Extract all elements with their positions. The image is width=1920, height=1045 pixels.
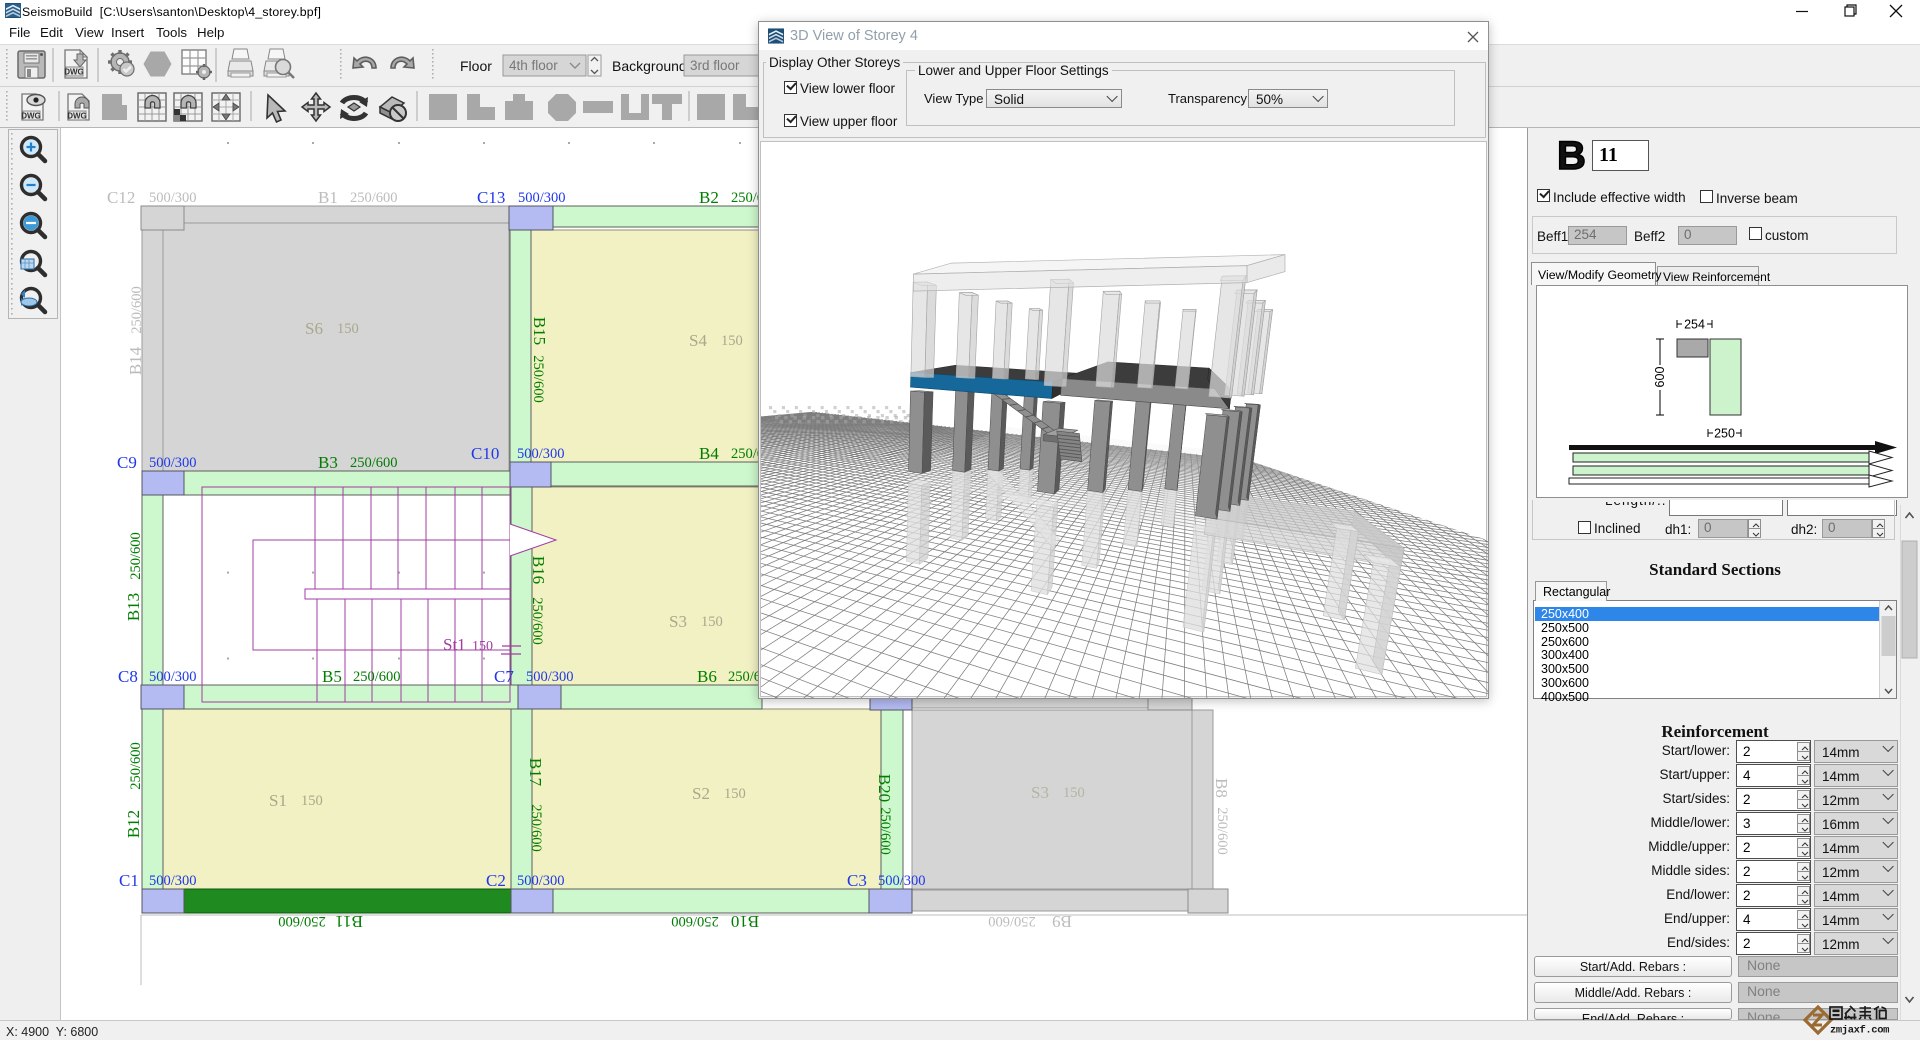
svg-text:B14: B14 xyxy=(126,346,145,375)
svg-text:500/300: 500/300 xyxy=(518,190,566,206)
svg-text:S3: S3 xyxy=(669,612,687,631)
svg-text:Floor: Floor xyxy=(460,58,492,74)
svg-text:B9: B9 xyxy=(1052,912,1072,931)
svg-text:250/600: 250/600 xyxy=(528,804,544,852)
svg-text:4th floor: 4th floor xyxy=(509,58,558,73)
svg-text:S6: S6 xyxy=(305,319,323,338)
svg-text:250/600: 250/600 xyxy=(128,532,144,580)
svg-text:600: 600 xyxy=(1653,367,1667,388)
svg-text:St1: St1 xyxy=(443,635,466,654)
svg-text:B5: B5 xyxy=(322,667,342,686)
svg-text:500/300: 500/300 xyxy=(878,873,926,889)
svg-text:S3: S3 xyxy=(1031,783,1049,802)
svg-text:150: 150 xyxy=(301,793,323,809)
svg-text:B1: B1 xyxy=(318,188,338,207)
svg-text:500/300: 500/300 xyxy=(517,446,565,462)
svg-text:B17: B17 xyxy=(526,758,545,787)
svg-text:C10: C10 xyxy=(471,444,499,463)
svg-text:150: 150 xyxy=(337,321,359,337)
svg-text:500/300: 500/300 xyxy=(149,669,197,685)
svg-text:C12: C12 xyxy=(107,188,135,207)
svg-text:B16: B16 xyxy=(529,556,548,584)
svg-text:150: 150 xyxy=(1063,785,1085,801)
svg-text:150: 150 xyxy=(721,333,743,349)
svg-text:250: 250 xyxy=(1714,427,1735,441)
svg-text:B8: B8 xyxy=(1212,778,1231,798)
svg-text:250/600: 250/600 xyxy=(350,455,398,471)
svg-text:250/600: 250/600 xyxy=(529,597,545,645)
svg-text:B15: B15 xyxy=(530,317,549,345)
svg-text:zmjaxf.com: zmjaxf.com xyxy=(1830,1025,1889,1037)
svg-text:C3: C3 xyxy=(847,871,867,890)
svg-text:250/600: 250/600 xyxy=(988,913,1036,929)
svg-text:B2: B2 xyxy=(699,188,719,207)
svg-text:150: 150 xyxy=(472,639,493,654)
svg-text:C9: C9 xyxy=(117,453,137,472)
svg-text:500/300: 500/300 xyxy=(526,669,574,685)
svg-text:B20: B20 xyxy=(875,774,894,802)
svg-text:C1: C1 xyxy=(119,871,139,890)
svg-text:C7: C7 xyxy=(494,667,514,686)
svg-text:C2: C2 xyxy=(486,871,506,890)
svg-text:150: 150 xyxy=(701,614,723,630)
svg-text:500/300: 500/300 xyxy=(149,873,197,889)
svg-text:S4: S4 xyxy=(689,331,707,350)
svg-text:S1: S1 xyxy=(269,791,287,810)
svg-text:250/600: 250/600 xyxy=(353,669,401,685)
svg-text:C13: C13 xyxy=(477,188,505,207)
svg-text:500/300: 500/300 xyxy=(149,455,197,471)
svg-text:250/600: 250/600 xyxy=(128,742,144,790)
svg-text:B12: B12 xyxy=(124,810,143,838)
svg-text:500/300: 500/300 xyxy=(517,873,565,889)
svg-text:B4: B4 xyxy=(699,444,719,463)
svg-text:250/600: 250/600 xyxy=(129,286,145,334)
svg-text:250/600: 250/600 xyxy=(350,190,398,206)
svg-text:B3: B3 xyxy=(318,453,338,472)
svg-text:250/600: 250/600 xyxy=(877,807,893,855)
svg-text:S2: S2 xyxy=(692,784,710,803)
svg-text:150: 150 xyxy=(724,786,746,802)
svg-text:250/600: 250/600 xyxy=(671,913,719,929)
svg-text:B6: B6 xyxy=(697,667,717,686)
svg-text:B13: B13 xyxy=(124,593,143,621)
svg-text:Background: Background xyxy=(612,58,687,74)
svg-text:B11: B11 xyxy=(335,912,363,931)
svg-text:500/300: 500/300 xyxy=(149,190,197,206)
svg-text:254: 254 xyxy=(1684,318,1705,332)
svg-text:250/600: 250/600 xyxy=(278,913,326,929)
svg-text:B10: B10 xyxy=(731,912,759,931)
svg-text:DWG: DWG xyxy=(67,112,87,121)
svg-text:3rd floor: 3rd floor xyxy=(690,58,740,73)
svg-text:C8: C8 xyxy=(118,667,138,686)
svg-text:DWG: DWG xyxy=(21,112,41,121)
svg-text:250/600: 250/600 xyxy=(530,355,546,403)
svg-text:DWG: DWG xyxy=(64,68,84,77)
svg-text:250/600: 250/600 xyxy=(1214,807,1230,855)
